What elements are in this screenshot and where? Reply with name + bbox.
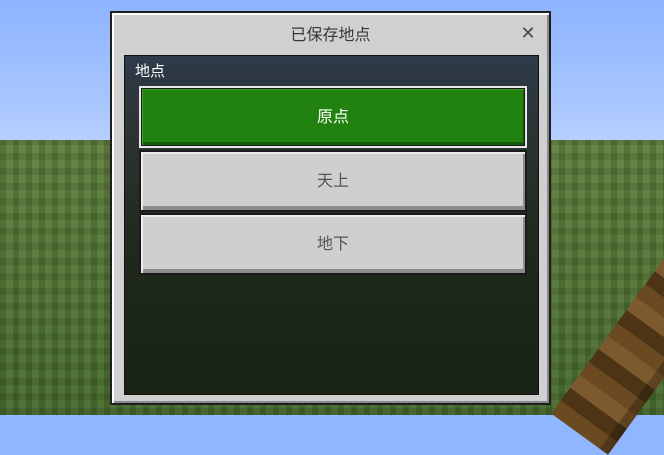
section-label: 地点 — [135, 62, 166, 80]
locations-panel: 地点 原点 天上 地下 — [124, 55, 539, 395]
location-button-underground[interactable]: 地下 — [139, 213, 527, 275]
close-icon[interactable]: ✕ — [519, 25, 537, 43]
location-button-sky[interactable]: 天上 — [139, 150, 527, 212]
dialog-title: 已保存地点 — [290, 25, 371, 44]
location-button-origin[interactable]: 原点 — [139, 86, 527, 148]
saved-locations-dialog: 已保存地点 ✕ 地点 原点 天上 地下 — [110, 11, 551, 405]
